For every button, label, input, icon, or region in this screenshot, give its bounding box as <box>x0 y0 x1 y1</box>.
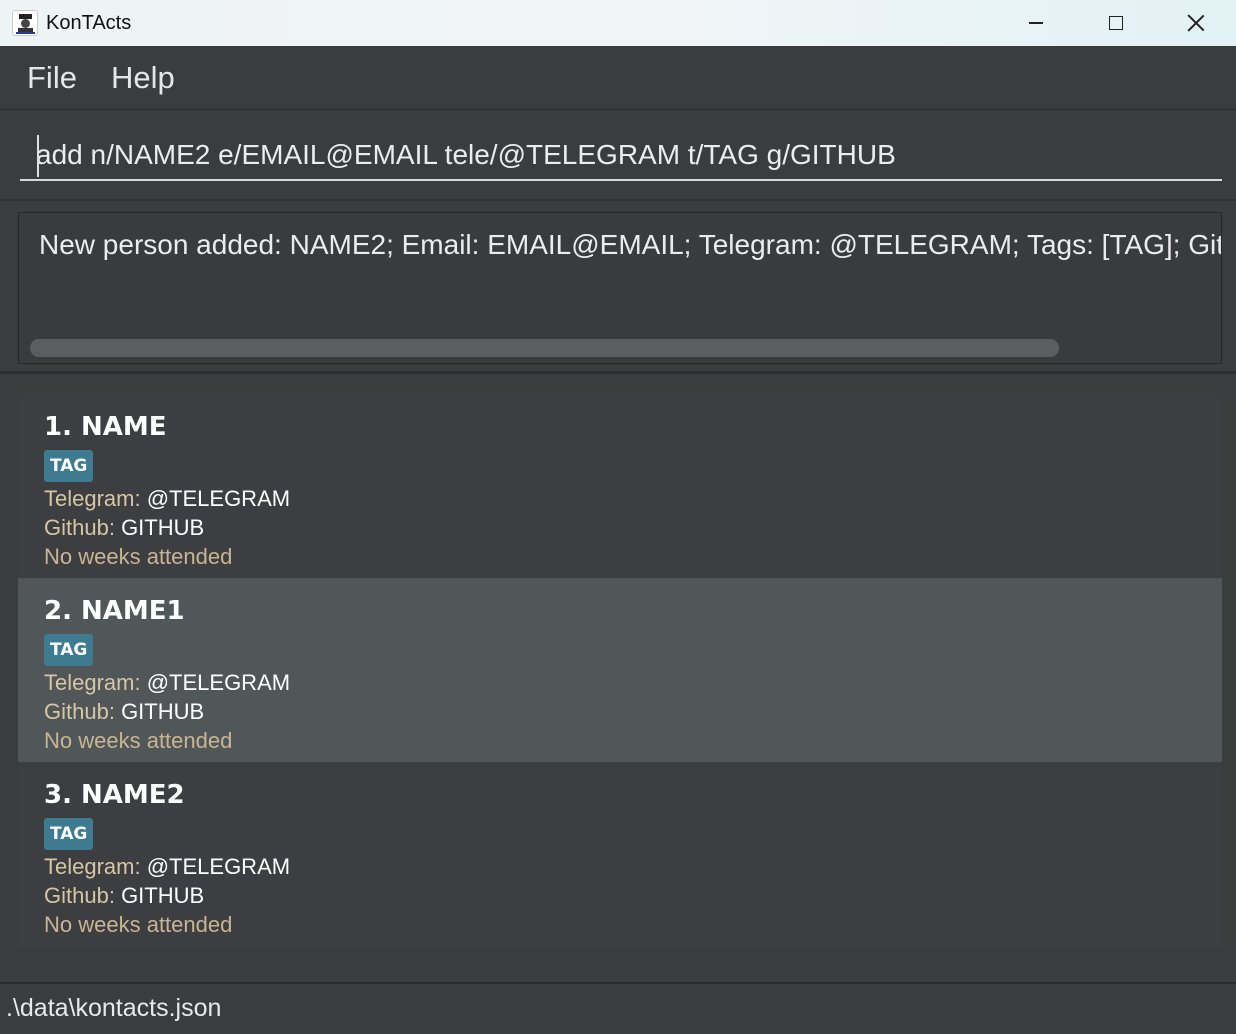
status-bar: .\data\kontacts.json <box>0 982 1236 1034</box>
telegram-label: Telegram: <box>44 670 141 695</box>
menu-bar: File Help <box>0 46 1236 110</box>
github-label: Github: <box>44 515 115 540</box>
window-controls <box>996 0 1236 46</box>
text-caret <box>37 135 39 177</box>
result-display[interactable]: New person added: NAME2; Email: EMAIL@EM… <box>18 212 1222 364</box>
weeks-attended: No weeks attended <box>44 544 233 569</box>
telegram-line: Telegram: @TELEGRAM <box>44 854 290 880</box>
github-value: GITHUB <box>121 883 205 908</box>
telegram-value: @TELEGRAM <box>146 670 291 695</box>
github-value: GITHUB <box>121 699 205 724</box>
minimize-icon <box>1029 22 1043 24</box>
menu-file[interactable]: File <box>27 60 77 96</box>
telegram-line: Telegram: @TELEGRAM <box>44 486 290 512</box>
github-value: GITHUB <box>121 515 205 540</box>
tag-badge: TAG <box>44 634 94 666</box>
github-line: Github: GITHUB <box>44 699 204 725</box>
telegram-value: @TELEGRAM <box>146 486 291 511</box>
menu-help[interactable]: Help <box>111 60 175 96</box>
person-name: 3. NAME2 <box>44 780 185 810</box>
github-label: Github: <box>44 883 115 908</box>
result-message: New person added: NAME2; Email: EMAIL@EM… <box>39 229 1222 260</box>
github-line: Github: GITHUB <box>44 883 204 909</box>
close-icon <box>1187 14 1205 32</box>
close-button[interactable] <box>1156 0 1236 46</box>
result-pane: New person added: NAME2; Email: EMAIL@EM… <box>0 202 1236 374</box>
command-input[interactable] <box>20 131 1222 181</box>
person-name: 2. NAME1 <box>44 596 185 626</box>
save-location: .\data\kontacts.json <box>6 994 222 1022</box>
maximize-icon <box>1109 16 1123 30</box>
telegram-label: Telegram: <box>44 854 141 879</box>
command-box-pane <box>0 111 1236 201</box>
github-line: Github: GITHUB <box>44 515 204 541</box>
weeks-attended: No weeks attended <box>44 728 233 753</box>
person-card[interactable]: 2. NAME1 TAG Telegram: @TELEGRAM Github:… <box>18 578 1222 762</box>
window-title: KonTActs <box>46 11 132 34</box>
github-label: Github: <box>44 699 115 724</box>
person-name: 1. NAME <box>44 412 167 442</box>
telegram-line: Telegram: @TELEGRAM <box>44 670 290 696</box>
telegram-value: @TELEGRAM <box>146 854 291 879</box>
tag-badge: TAG <box>44 450 94 482</box>
minimize-button[interactable] <box>996 0 1076 46</box>
telegram-label: Telegram: <box>44 486 141 511</box>
maximize-button[interactable] <box>1076 0 1156 46</box>
horizontal-scrollbar[interactable] <box>30 339 1059 357</box>
title-bar: KonTActs <box>0 0 1236 46</box>
person-card[interactable]: 3. NAME2 TAG Telegram: @TELEGRAM Github:… <box>18 762 1222 946</box>
weeks-attended: No weeks attended <box>44 912 233 937</box>
person-list: 1. NAME TAG Telegram: @TELEGRAM Github: … <box>0 377 1236 982</box>
app-logo-icon <box>12 10 38 36</box>
tag-badge: TAG <box>44 818 94 850</box>
person-card[interactable]: 1. NAME TAG Telegram: @TELEGRAM Github: … <box>18 394 1222 578</box>
